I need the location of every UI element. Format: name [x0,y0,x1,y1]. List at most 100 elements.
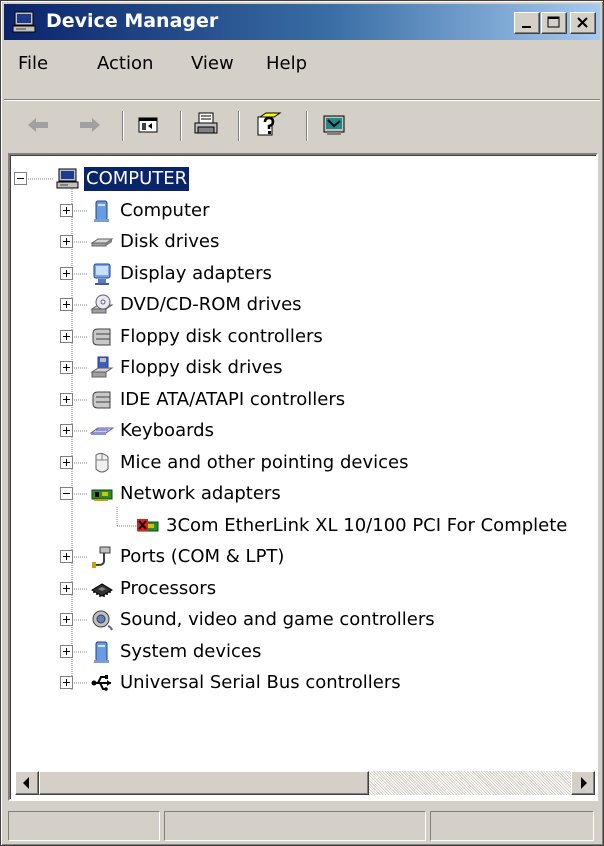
expand-toggle[interactable] [60,676,73,689]
scan-hardware-icon [323,115,345,135]
expand-toggle[interactable] [60,424,73,437]
processor-icon [91,583,113,597]
forward-arrow-icon [80,118,100,132]
close-icon [577,17,588,28]
tree-item-label: System devices [120,641,262,662]
tree-item-label: IDE ATA/ATAPI controllers [120,389,346,410]
disk-drive-icon [90,238,114,247]
menu-separator [4,99,600,101]
status-pane-1 [8,811,160,841]
expand-toggle[interactable] [60,613,73,626]
horizontal-scrollbar[interactable] [15,771,595,795]
device-tree[interactable]: COMPUTER Computer Disk drives Display ad… [8,153,598,801]
tree-item-ide-ata-atapi-controllers[interactable]: IDE ATA/ATAPI controllers [10,388,590,416]
print-icon [194,112,218,134]
status-bar [4,809,600,843]
expand-toggle[interactable] [60,393,73,406]
collapse-toggle[interactable] [14,172,27,185]
expand-toggle[interactable] [60,235,73,248]
expand-toggle[interactable] [60,330,73,343]
tree-item-display-adapters[interactable]: Display adapters [10,262,590,290]
scroll-right-button[interactable] [571,771,595,795]
expand-toggle[interactable] [60,550,73,563]
tree-item-disk-drives[interactable]: Disk drives [10,230,590,258]
expand-toggle[interactable] [60,582,73,595]
toolbar-separator [180,111,182,141]
tree-item-ports[interactable]: Ports (COM & LPT) [10,545,590,573]
toolbar-separator [122,111,124,141]
tree-item-label: Network adapters [120,483,281,504]
expand-toggle[interactable] [60,267,73,280]
tree-item-label: Floppy disk drives [120,357,283,378]
toolbar-separator [238,111,240,141]
tree-item-label: Floppy disk controllers [120,326,323,347]
show-hide-tree-button[interactable] [132,107,164,143]
scroll-left-button[interactable] [15,771,39,795]
usb-icon [91,675,111,691]
tree-item-network-adapters[interactable]: Network adapters [10,482,590,510]
mouse-icon [95,452,109,473]
sound-icon [92,610,113,631]
cdrom-icon [90,294,114,314]
tree-item-label: Computer [120,200,210,221]
tree-item-label: DVD/CD-ROM drives [120,294,302,315]
tree-item-label: Disk drives [120,231,220,252]
tree-item-usb-controllers[interactable]: Universal Serial Bus controllers [10,671,590,699]
tree-item-label: Display adapters [120,263,272,284]
controller-icon [92,328,111,346]
controller-icon [92,391,111,409]
help-icon [257,112,282,136]
back-button[interactable] [22,107,54,143]
tree-item-label: Sound, video and game controllers [120,609,435,630]
keyboard-icon [90,427,114,435]
maximize-button[interactable] [541,12,567,34]
menu-file[interactable]: File [18,53,48,74]
tree-item-label: 3Com EtherLink XL 10/100 PCI For Complet… [166,515,568,536]
toolbar-separator [306,111,308,141]
tree-root-computer[interactable]: COMPUTER [10,167,590,195]
help-button[interactable] [252,107,284,143]
tree-item-label: Ports (COM & LPT) [120,546,285,567]
expand-toggle[interactable] [60,645,73,658]
tree-item-floppy-disk-drives[interactable]: Floppy disk drives [10,356,590,384]
device-manager-window: Device Manager File Action View Help COM… [0,0,604,846]
arrow-left-icon [23,777,29,789]
menu-view[interactable]: View [191,53,234,74]
print-button[interactable] [190,107,222,143]
menu-bar: File Action View Help [4,43,600,83]
menu-action[interactable]: Action [97,53,153,74]
minimize-icon [522,26,531,28]
expand-toggle[interactable] [60,361,73,374]
tree-item-computer[interactable]: Computer [10,199,590,227]
title-bar[interactable]: Device Manager [4,4,600,40]
tree-item-3com-etherlink[interactable]: 3Com EtherLink XL 10/100 PCI For Complet… [10,514,596,542]
tree-item-system-devices[interactable]: System devices [10,640,590,668]
network-adapter-disabled-icon [137,519,159,532]
collapse-toggle[interactable] [60,487,73,500]
computer-icon [56,168,79,189]
tree-item-label: Processors [120,578,217,599]
forward-button[interactable] [74,107,106,143]
close-button[interactable] [570,12,596,34]
minimize-button[interactable] [514,12,540,34]
tree-item-dvd-cdrom-drives[interactable]: DVD/CD-ROM drives [10,293,590,321]
back-arrow-icon [28,118,48,132]
menu-help[interactable]: Help [266,53,307,74]
expand-toggle[interactable] [60,456,73,469]
show-hide-console-tree-icon [138,117,158,133]
scroll-thumb[interactable] [39,771,369,795]
expand-toggle[interactable] [60,298,73,311]
scan-hardware-button[interactable] [318,107,350,143]
tree-item-keyboards[interactable]: Keyboards [10,419,590,447]
tree-item-processors[interactable]: Processors [10,577,590,605]
window-title: Device Manager [46,10,219,32]
computer-icon [12,11,36,33]
tree-item-sound-video-game[interactable]: Sound, video and game controllers [10,608,590,636]
status-pane-3 [430,811,594,841]
network-adapter-icon [91,489,113,501]
expand-toggle[interactable] [60,204,73,217]
tree-item-mice[interactable]: Mice and other pointing devices [10,451,590,479]
tree-item-floppy-disk-controllers[interactable]: Floppy disk controllers [10,325,590,353]
tree-root-label: COMPUTER [84,167,190,191]
tree-item-label: Mice and other pointing devices [120,452,409,473]
